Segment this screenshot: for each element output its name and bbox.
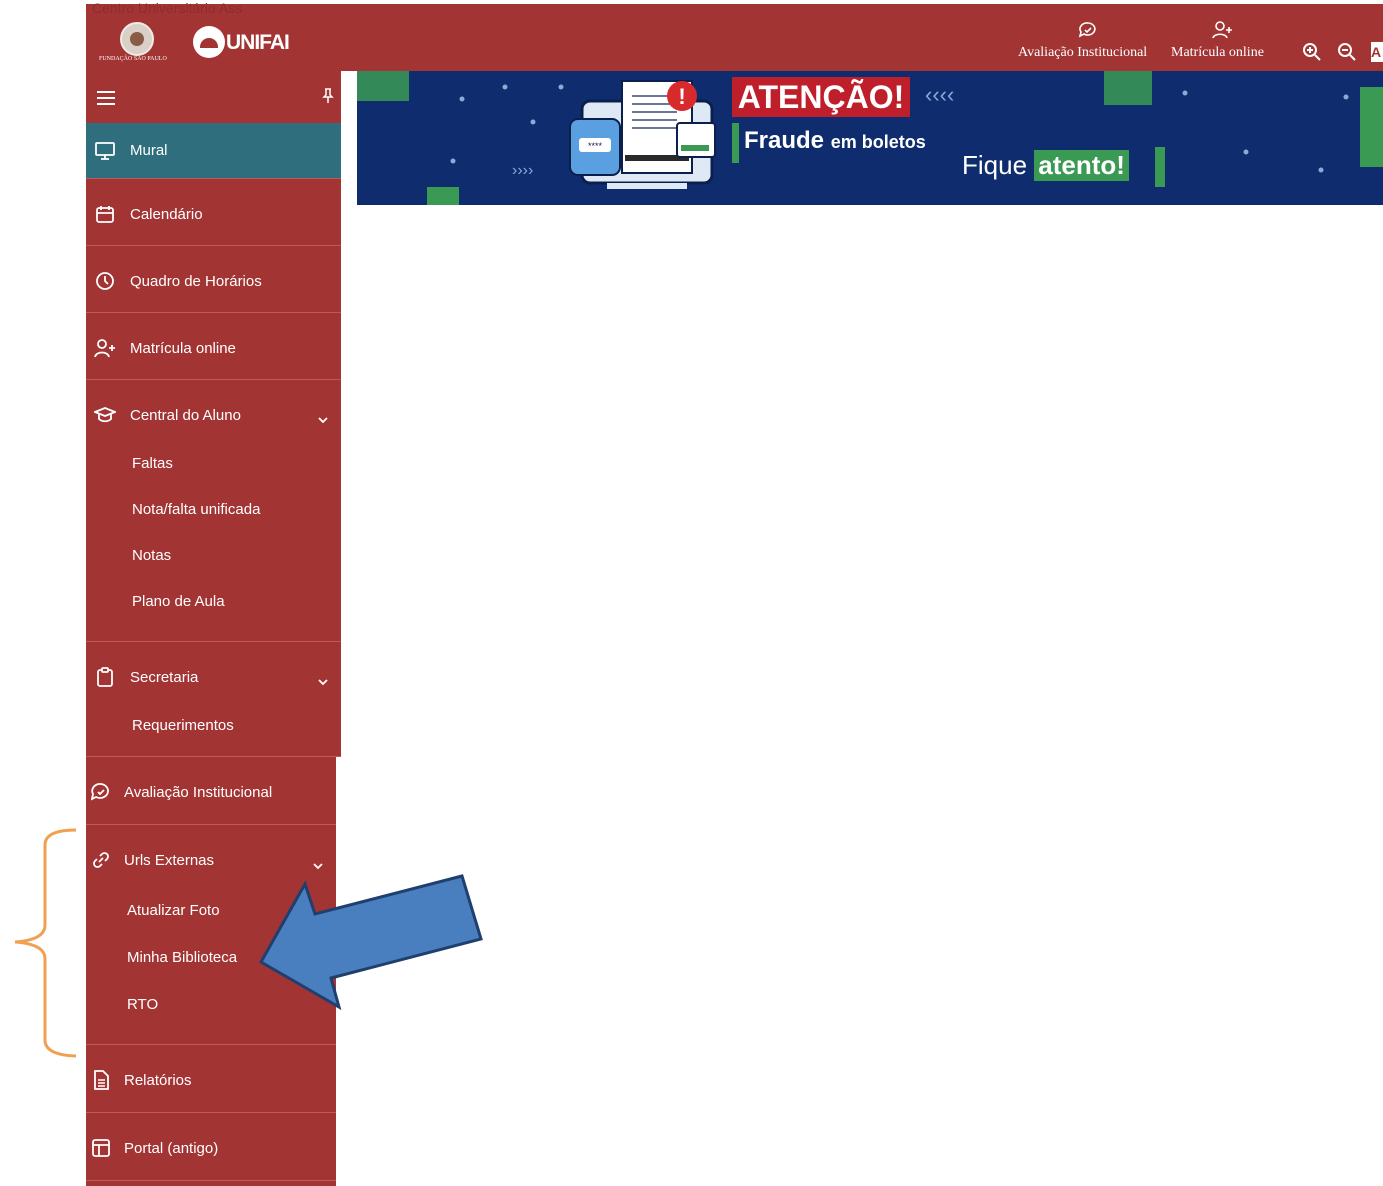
annotation-overlay <box>14 828 483 1058</box>
annotation-arrow <box>258 874 483 1011</box>
annotation-bracket <box>14 828 77 1058</box>
